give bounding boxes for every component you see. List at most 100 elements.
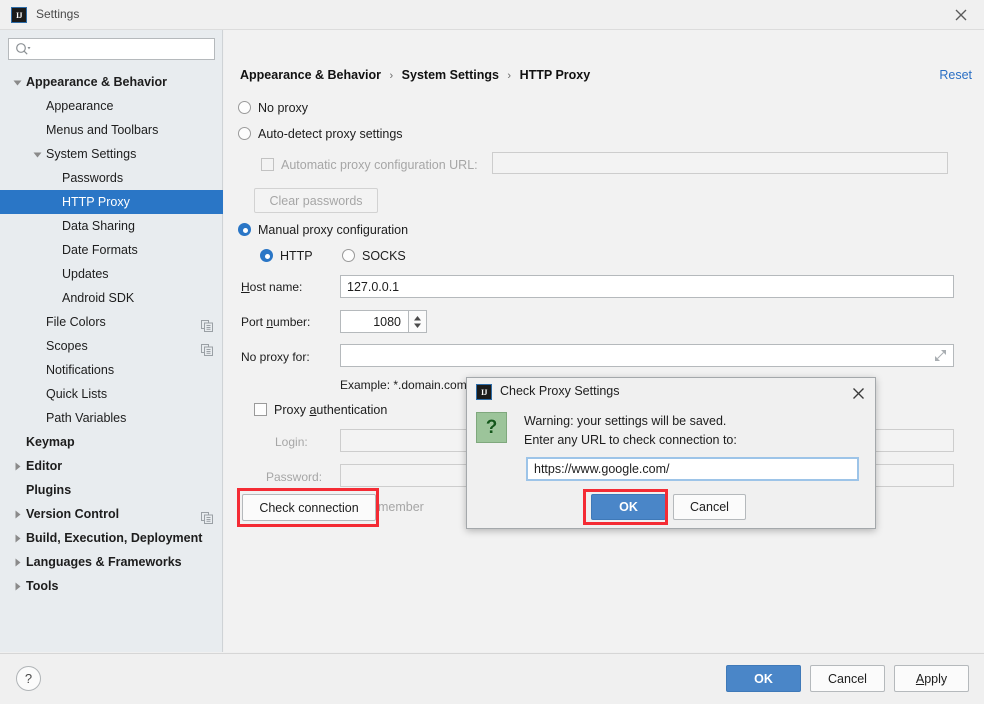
sidebar-item-label: Date Formats: [62, 243, 138, 257]
copy-icon[interactable]: [201, 508, 213, 524]
url-input[interactable]: [526, 457, 859, 481]
host-name-mnemonic: H: [241, 280, 250, 294]
sidebar-item-android-sdk[interactable]: Android SDK: [0, 286, 223, 310]
dialog-footer: ? OK Cancel Apply: [0, 653, 984, 704]
dialog-ok-button[interactable]: OK: [591, 494, 666, 520]
login-label: Login:: [275, 435, 308, 449]
breadcrumb-part-2[interactable]: System Settings: [402, 68, 499, 82]
dialog-message-line-2: Enter any URL to check connection to:: [524, 433, 737, 447]
port-number-stepper[interactable]: [409, 310, 427, 333]
no-proxy-for-label: No proxy for:: [241, 350, 310, 364]
reset-link[interactable]: Reset: [939, 68, 972, 82]
sidebar-item-label: Scopes: [46, 339, 88, 353]
search-box[interactable]: [8, 38, 215, 60]
sidebar-item-label: HTTP Proxy: [62, 195, 130, 209]
dialog-app-icon-text: IJ: [480, 387, 488, 397]
sidebar-item-label: Menus and Toolbars: [46, 123, 159, 137]
socks-radio[interactable]: [342, 249, 355, 262]
settings-tree[interactable]: Appearance & Behavior Appearance Menus and…: [0, 70, 223, 650]
manual-proxy-label: Manual proxy configuration: [258, 223, 409, 237]
dialog-message-line-1: Warning: your settings will be saved.: [524, 414, 727, 428]
close-icon[interactable]: [938, 0, 984, 29]
socks-option[interactable]: SOCKS: [342, 249, 406, 263]
sidebar-item-date-formats[interactable]: Date Formats: [0, 238, 223, 262]
breadcrumb-part-1[interactable]: Appearance & Behavior: [240, 68, 381, 82]
auto-detect-label: Auto-detect proxy settings: [258, 127, 403, 141]
sidebar-item-label: Passwords: [62, 171, 124, 185]
expand-icon[interactable]: [934, 349, 947, 365]
port-number-input[interactable]: [340, 310, 409, 333]
sidebar-item-quick-lists[interactable]: Quick Lists: [0, 382, 223, 406]
sidebar-item-http-proxy[interactable]: HTTP Proxy: [0, 190, 223, 214]
question-icon-glyph: ?: [485, 416, 498, 438]
manual-proxy-radio[interactable]: [238, 223, 251, 236]
http-option[interactable]: HTTP: [260, 249, 313, 263]
chevron-right-icon[interactable]: [10, 574, 24, 598]
sidebar-item-updates[interactable]: Updates: [0, 262, 223, 286]
sidebar-item-appearance[interactable]: Appearance: [0, 94, 223, 118]
dialog-close-icon[interactable]: [849, 384, 867, 402]
proxy-auth-option[interactable]: Proxy authentication: [254, 403, 387, 417]
manual-proxy-option[interactable]: Manual proxy configuration: [238, 223, 408, 237]
password-label: Password:: [266, 470, 323, 484]
chevron-down-icon[interactable]: [10, 70, 24, 94]
search-input[interactable]: [8, 38, 215, 60]
apply-button[interactable]: Apply: [894, 665, 969, 692]
auto-detect-radio[interactable]: [238, 127, 251, 140]
apply-post: pply: [924, 671, 948, 686]
port-label-pre: Port: [241, 315, 267, 329]
chevron-right-icon[interactable]: [10, 526, 24, 550]
check-connection-button[interactable]: Check connection: [242, 494, 376, 521]
auto-detect-option[interactable]: Auto-detect proxy settings: [238, 127, 403, 141]
sidebar-item-label: Tools: [26, 579, 59, 593]
sidebar-item-editor[interactable]: Editor: [0, 454, 223, 478]
sidebar-item-appearance-behavior[interactable]: Appearance & Behavior: [0, 70, 223, 94]
sidebar-item-tools[interactable]: Tools: [0, 574, 223, 598]
sidebar-item-keymap[interactable]: Keymap: [0, 430, 223, 454]
chevron-right-icon[interactable]: [10, 550, 24, 574]
copy-icon[interactable]: [201, 316, 213, 332]
sidebar-item-menus-and-toolbars[interactable]: Menus and Toolbars: [0, 118, 223, 142]
host-name-label-text: ost name:: [249, 280, 303, 294]
help-button[interactable]: ?: [16, 666, 41, 691]
sidebar-item-notifications[interactable]: Notifications: [0, 358, 223, 382]
proxy-auth-checkbox[interactable]: [254, 403, 267, 416]
dialog-app-icon: IJ: [476, 384, 492, 400]
http-radio[interactable]: [260, 249, 273, 262]
chevron-down-icon[interactable]: [30, 142, 44, 166]
intellij-app-icon: IJ: [11, 7, 27, 23]
sidebar-item-file-colors[interactable]: File Colors: [0, 310, 223, 334]
sidebar-item-languages-frameworks[interactable]: Languages & Frameworks: [0, 550, 223, 574]
breadcrumb-part-3[interactable]: HTTP Proxy: [520, 68, 591, 82]
sidebar-item-label: Plugins: [26, 483, 72, 497]
sidebar-item-plugins[interactable]: Plugins: [0, 478, 223, 502]
sidebar-item-scopes[interactable]: Scopes: [0, 334, 223, 358]
sidebar-item-build-execution-deployment[interactable]: Build, Execution, Deployment: [0, 526, 223, 550]
no-proxy-option[interactable]: No proxy: [238, 101, 308, 115]
sidebar-item-label: Updates: [62, 267, 109, 281]
no-proxy-radio[interactable]: [238, 101, 251, 114]
sidebar-item-path-variables[interactable]: Path Variables: [0, 406, 223, 430]
no-proxy-for-input[interactable]: [340, 344, 954, 367]
sidebar-item-label: Android SDK: [62, 291, 135, 305]
sidebar-item-data-sharing[interactable]: Data Sharing: [0, 214, 223, 238]
proxy-auth-label: Proxy authentication: [274, 403, 387, 417]
breadcrumb: Appearance & Behavior › System Settings …: [240, 68, 590, 82]
ok-button[interactable]: OK: [726, 665, 801, 692]
sidebar-item-label: Notifications: [46, 363, 115, 377]
sidebar-item-system-settings[interactable]: System Settings: [0, 142, 223, 166]
proxy-auth-pre: Proxy: [274, 403, 310, 417]
dialog-cancel-button[interactable]: Cancel: [673, 494, 746, 520]
chevron-right-icon[interactable]: [10, 454, 24, 478]
host-name-input[interactable]: [340, 275, 954, 298]
sidebar-item-label: Data Sharing: [62, 219, 135, 233]
sidebar-item-label: Keymap: [26, 435, 75, 449]
cancel-button[interactable]: Cancel: [810, 665, 885, 692]
sidebar-item-label: File Colors: [46, 315, 106, 329]
window-title: Settings: [36, 7, 80, 21]
auto-config-url-input: [492, 152, 948, 174]
sidebar-item-version-control[interactable]: Version Control: [0, 502, 223, 526]
copy-icon[interactable]: [201, 340, 213, 356]
chevron-right-icon[interactable]: [10, 502, 24, 526]
sidebar-item-passwords[interactable]: Passwords: [0, 166, 223, 190]
